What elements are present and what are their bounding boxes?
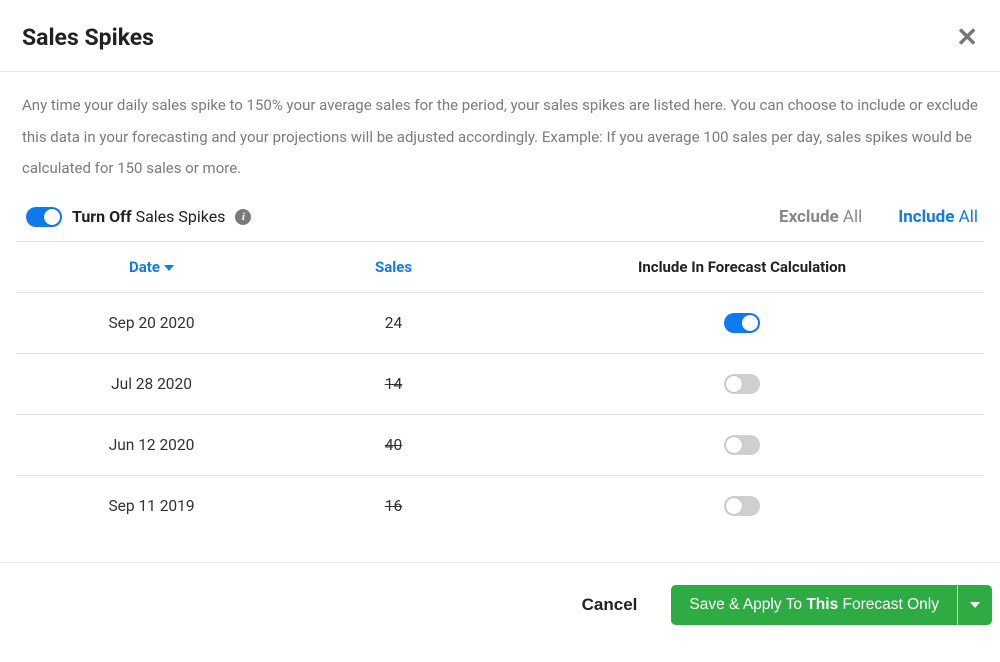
include-all-button[interactable]: Include All: [898, 207, 978, 227]
modal-footer: Cancel Save & Apply To This Forecast Onl…: [0, 563, 1000, 625]
cell-include: [500, 475, 984, 536]
include-toggle[interactable]: [724, 496, 760, 516]
cell-sales: 24: [287, 292, 500, 353]
cell-sales: 14: [287, 353, 500, 414]
bulk-actions: Exclude All Include All: [779, 207, 978, 227]
modal-title: Sales Spikes: [22, 24, 154, 51]
description-text: Any time your daily sales spike to 150% …: [0, 72, 1000, 207]
modal-header: Sales Spikes ✕: [0, 0, 1000, 72]
spikes-table: Date Sales Include In Forecast Calculati…: [16, 241, 984, 536]
table-row: Sep 11 201916: [16, 475, 984, 536]
turnoff-toggle[interactable]: [26, 207, 62, 227]
save-button-group: Save & Apply To This Forecast Only: [671, 585, 992, 625]
controls-row: Turn Off Sales Spikes i Exclude All Incl…: [0, 207, 1000, 241]
info-icon[interactable]: i: [235, 209, 251, 225]
column-include: Include In Forecast Calculation: [500, 241, 984, 292]
cell-date: Jul 28 2020: [16, 353, 287, 414]
cell-sales: 16: [287, 475, 500, 536]
sales-spikes-modal: Sales Spikes ✕ Any time your daily sales…: [0, 0, 1000, 625]
cell-date: Jun 12 2020: [16, 414, 287, 475]
cell-include: [500, 414, 984, 475]
chevron-down-icon: [970, 602, 980, 608]
column-date[interactable]: Date: [16, 241, 287, 292]
exclude-all-button[interactable]: Exclude All: [779, 207, 862, 227]
close-icon[interactable]: ✕: [956, 25, 978, 51]
save-dropdown-button[interactable]: [957, 585, 992, 625]
save-apply-button[interactable]: Save & Apply To This Forecast Only: [671, 585, 957, 625]
table-header-row: Date Sales Include In Forecast Calculati…: [16, 241, 984, 292]
table-row: Jul 28 202014: [16, 353, 984, 414]
cell-include: [500, 292, 984, 353]
sort-caret-icon: [164, 265, 174, 271]
cancel-button[interactable]: Cancel: [582, 595, 638, 615]
include-toggle[interactable]: [724, 313, 760, 333]
include-toggle[interactable]: [724, 374, 760, 394]
table-row: Jun 12 202040: [16, 414, 984, 475]
cell-include: [500, 353, 984, 414]
turnoff-label: Turn Off Sales Spikes: [72, 207, 225, 226]
include-toggle[interactable]: [724, 435, 760, 455]
turnoff-group: Turn Off Sales Spikes i: [26, 207, 251, 227]
cell-date: Sep 20 2020: [16, 292, 287, 353]
table-row: Sep 20 202024: [16, 292, 984, 353]
cell-date: Sep 11 2019: [16, 475, 287, 536]
cell-sales: 40: [287, 414, 500, 475]
column-sales[interactable]: Sales: [287, 241, 500, 292]
